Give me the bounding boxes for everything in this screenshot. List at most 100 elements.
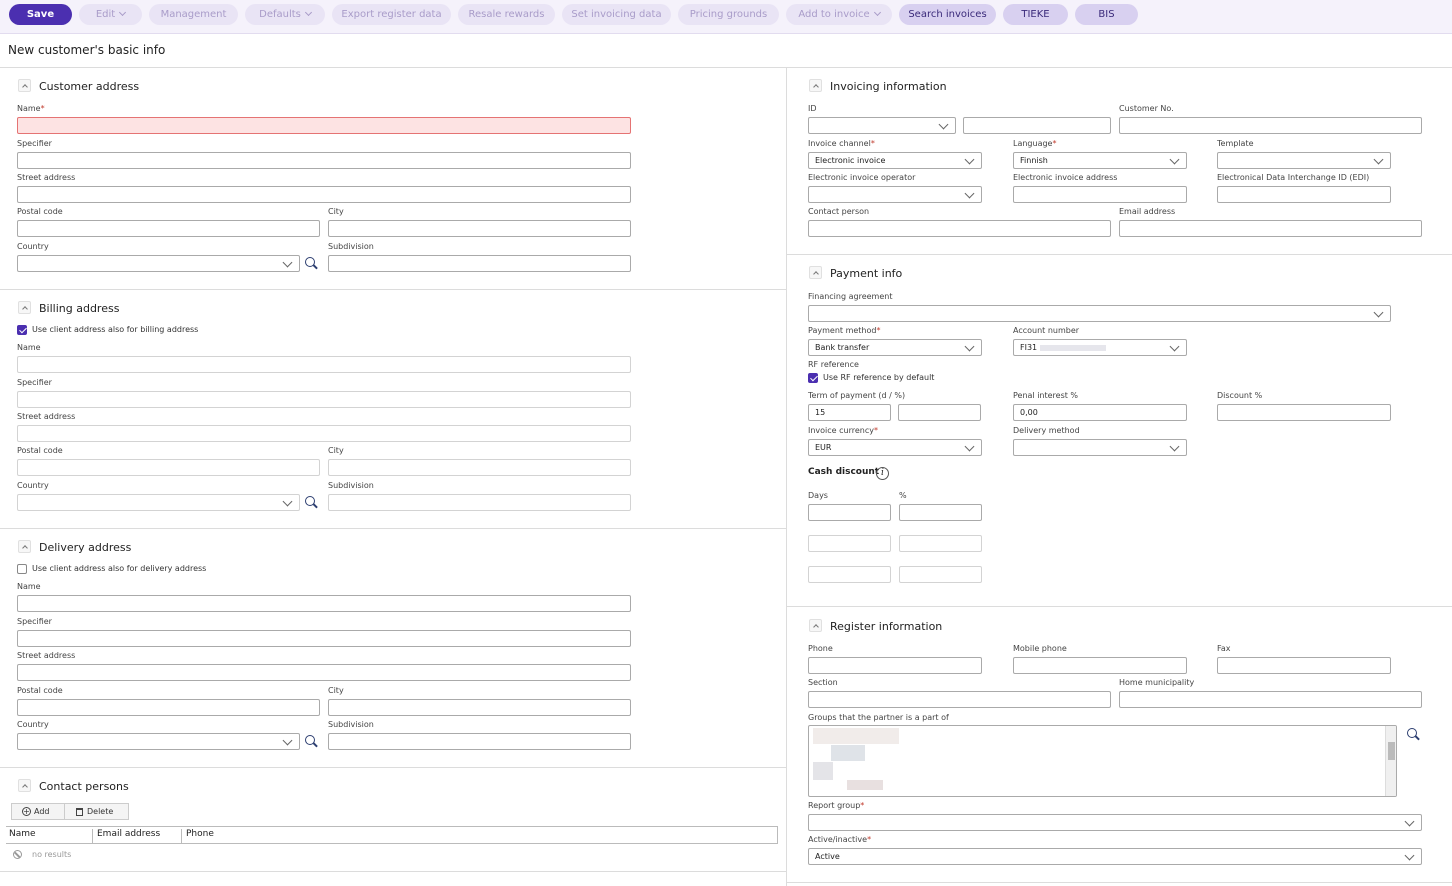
add-contact-button[interactable]: + Add — [11, 803, 65, 820]
phone-input[interactable] — [808, 657, 982, 674]
customer-country-select[interactable] — [17, 255, 300, 272]
column-header-email[interactable]: Email address — [97, 829, 160, 839]
customer-postal-input[interactable] — [17, 220, 320, 237]
billing-street-input[interactable] — [17, 425, 631, 442]
delivery-method-select[interactable] — [1013, 439, 1187, 456]
delivery-use-client-checkbox[interactable] — [17, 564, 27, 574]
customer-specifier-input[interactable] — [17, 152, 631, 169]
account-number-select[interactable]: FI31 — [1013, 339, 1187, 356]
edi-input[interactable] — [1217, 186, 1391, 203]
search-invoices-button[interactable]: Search invoices — [899, 4, 996, 25]
term-percent-input[interactable] — [898, 404, 981, 421]
fax-input[interactable] — [1217, 657, 1391, 674]
penal-interest-input[interactable]: 0,00 — [1013, 404, 1187, 421]
collapse-billing-address-icon[interactable] — [18, 301, 31, 314]
financing-agreement-select[interactable] — [808, 305, 1391, 322]
billing-use-client-checkbox[interactable] — [17, 325, 27, 335]
billing-city-input[interactable] — [328, 459, 631, 476]
billing-specifier-input[interactable] — [17, 391, 631, 408]
label-active-inactive: Active/inactive* — [808, 835, 872, 844]
export-register-data-button[interactable]: Export register data — [332, 4, 451, 25]
resale-rewards-button[interactable]: Resale rewards — [458, 4, 555, 25]
scrollbar[interactable] — [1385, 726, 1396, 796]
info-icon[interactable]: i — [876, 467, 889, 480]
save-button[interactable]: Save — [9, 4, 72, 25]
delivery-specifier-input[interactable] — [17, 630, 631, 647]
customer-name-input[interactable] — [17, 117, 631, 134]
add-to-invoice-menu-button[interactable]: Add to invoice — [786, 4, 892, 25]
search-icon[interactable] — [305, 257, 318, 270]
collapse-delivery-address-icon[interactable] — [18, 540, 31, 553]
template-select[interactable] — [1217, 152, 1391, 169]
active-inactive-select[interactable]: Active — [808, 848, 1422, 865]
cash-discount-percent-3[interactable] — [899, 566, 982, 583]
einvoice-address-input[interactable] — [1013, 186, 1187, 203]
language-select[interactable]: Finnish — [1013, 152, 1187, 169]
delivery-postal-input[interactable] — [17, 699, 320, 716]
collapse-customer-address-icon[interactable] — [18, 79, 31, 92]
defaults-menu-button[interactable]: Defaults — [245, 4, 325, 25]
set-invoicing-data-button[interactable]: Set invoicing data — [562, 4, 671, 25]
home-municipality-input[interactable] — [1119, 691, 1422, 708]
cash-discount-days-3[interactable] — [808, 566, 891, 583]
column-header-name[interactable]: Name — [9, 829, 36, 839]
collapse-register-icon[interactable] — [809, 619, 822, 632]
invoice-currency-select[interactable]: EUR — [808, 439, 982, 456]
groups-list[interactable] — [808, 725, 1397, 797]
section-title-billing-address: Billing address — [39, 302, 120, 315]
billing-name-input[interactable] — [17, 356, 631, 373]
divider — [787, 606, 1452, 607]
mobile-input[interactable] — [1013, 657, 1187, 674]
cash-discount-days-2[interactable] — [808, 535, 891, 552]
label-specifier: Specifier — [17, 617, 52, 626]
chevron-down-icon — [119, 8, 127, 17]
bis-button[interactable]: BIS — [1075, 4, 1138, 25]
customer-no-input[interactable] — [1119, 117, 1422, 134]
billing-postal-input[interactable] — [17, 459, 320, 476]
section-input[interactable] — [808, 691, 1111, 708]
edit-menu-button[interactable]: Edit — [79, 4, 142, 25]
delivery-subdivision-input[interactable] — [328, 733, 631, 750]
collapse-payment-icon[interactable] — [809, 266, 822, 279]
term-days-input[interactable]: 15 — [808, 404, 891, 421]
customer-subdivision-input[interactable] — [328, 255, 631, 272]
contact-person-input[interactable] — [808, 220, 1111, 237]
search-icon[interactable] — [305, 735, 318, 748]
use-rf-checkbox[interactable] — [808, 373, 818, 383]
delete-contact-button[interactable]: Delete — [64, 803, 129, 820]
billing-subdivision-input[interactable] — [328, 494, 631, 511]
email-input[interactable] — [1119, 220, 1422, 237]
invoice-channel-select[interactable]: Electronic invoice — [808, 152, 982, 169]
delivery-street-input[interactable] — [17, 664, 631, 681]
report-group-select[interactable] — [808, 814, 1422, 831]
payment-method-select[interactable]: Bank transfer — [808, 339, 982, 356]
management-button[interactable]: Management — [149, 4, 238, 25]
cash-discount-percent-2[interactable] — [899, 535, 982, 552]
column-header-phone[interactable]: Phone — [186, 829, 214, 839]
label-country: Country — [17, 481, 49, 490]
customer-city-input[interactable] — [328, 220, 631, 237]
collapse-contact-persons-icon[interactable] — [18, 779, 31, 792]
delivery-name-input[interactable] — [17, 595, 631, 612]
search-icon[interactable] — [1407, 728, 1420, 741]
scrollbar-thumb[interactable] — [1388, 742, 1395, 760]
label-mobile: Mobile phone — [1013, 644, 1067, 653]
einvoice-operator-select[interactable] — [808, 186, 982, 203]
search-icon[interactable] — [305, 496, 318, 509]
customer-street-input[interactable] — [17, 186, 631, 203]
billing-country-select[interactable] — [17, 494, 300, 511]
discount-input[interactable] — [1217, 404, 1391, 421]
id-input[interactable] — [963, 117, 1111, 134]
label-invoice-channel: Invoice channel* — [808, 139, 875, 148]
redacted-group — [847, 780, 883, 790]
collapse-invoicing-icon[interactable] — [809, 79, 822, 92]
cash-discount-days-1[interactable] — [808, 504, 891, 521]
chevron-down-icon — [304, 8, 312, 17]
trash-icon — [76, 808, 83, 816]
delivery-country-select[interactable] — [17, 733, 300, 750]
cash-discount-percent-1[interactable] — [899, 504, 982, 521]
id-type-select[interactable] — [808, 117, 956, 134]
delivery-city-input[interactable] — [328, 699, 631, 716]
tieke-button[interactable]: TIEKE — [1003, 4, 1068, 25]
pricing-grounds-button[interactable]: Pricing grounds — [678, 4, 779, 25]
